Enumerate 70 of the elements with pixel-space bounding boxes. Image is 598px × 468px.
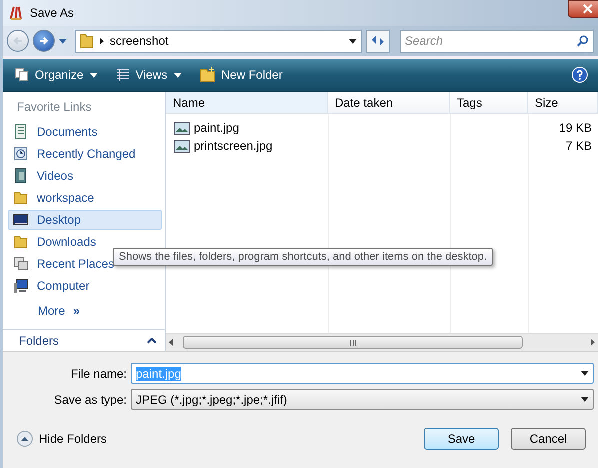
- cancel-button[interactable]: Cancel: [511, 428, 586, 450]
- film-icon: [13, 168, 29, 184]
- forward-button[interactable]: [33, 30, 55, 52]
- search-field[interactable]: Search: [400, 30, 594, 52]
- back-button[interactable]: [7, 30, 29, 52]
- documents-icon: [13, 124, 29, 140]
- favorite-links-heading: Favorite Links: [16, 99, 93, 116]
- file-name-cell[interactable]: printscreen.jpg: [166, 137, 328, 155]
- column-header[interactable]: Tags: [450, 92, 528, 113]
- close-button[interactable]: [568, 0, 598, 18]
- column-header[interactable]: Size: [528, 92, 598, 113]
- folder-icon: [80, 33, 94, 49]
- collapse-circle-icon: [17, 431, 33, 447]
- hide-folders-button[interactable]: Hide Folders: [17, 431, 108, 447]
- left-arrow-icon: [13, 36, 23, 46]
- scroll-right-icon: [591, 339, 595, 346]
- folder-icon: [13, 234, 29, 250]
- folder-icon: [13, 190, 29, 206]
- file-type-dropdown[interactable]: JPEG (*.jpg;*.jpeg;*.jpe;*.jfif): [131, 389, 594, 410]
- image-file-icon: [174, 140, 190, 152]
- grip-icon: [350, 340, 356, 346]
- scrollbar-thumb[interactable]: [183, 336, 523, 349]
- favorite-link[interactable]: Recently Changed: [8, 144, 162, 164]
- refresh-button[interactable]: [366, 30, 390, 52]
- address-path: screenshot: [110, 34, 170, 48]
- image-file-icon: [174, 122, 190, 134]
- new-folder-icon: [200, 67, 216, 83]
- horizontal-scrollbar[interactable]: [166, 333, 598, 351]
- folders-bar[interactable]: Folders: [3, 329, 165, 351]
- column-header[interactable]: Name: [166, 92, 328, 113]
- monitor-icon: [13, 212, 29, 228]
- favorite-link[interactable]: Computer: [8, 276, 162, 296]
- file-name-cell[interactable]: paint.jpg: [166, 119, 328, 137]
- address-bar[interactable]: screenshot: [75, 30, 362, 52]
- close-icon: [583, 4, 593, 14]
- save-as-type-label: Save as type:: [53, 392, 128, 406]
- favorite-link[interactable]: Documents: [8, 122, 162, 142]
- size-cell-text: 19 KB: [558, 120, 593, 137]
- column-header[interactable]: Date taken: [328, 92, 450, 113]
- more-link[interactable]: More »: [8, 300, 162, 322]
- toolbar-button[interactable]: New Folder: [198, 65, 285, 85]
- collapse-chevron-icon: [147, 338, 157, 344]
- help-icon[interactable]: [572, 67, 588, 83]
- caret-icon: [174, 72, 182, 78]
- caret-icon: [581, 371, 589, 376]
- file-name-label: File name:: [70, 366, 128, 380]
- list-view-icon: [116, 68, 130, 82]
- pages-icon: [15, 68, 29, 82]
- toolbar-menu-button[interactable]: Views: [114, 66, 184, 84]
- right-arrow-icon: [39, 36, 49, 46]
- caret-icon: [349, 38, 357, 44]
- toolbar-menu-button[interactable]: Organize: [13, 66, 100, 84]
- favorite-link[interactable]: Desktop: [8, 210, 162, 230]
- save-button[interactable]: Save: [424, 428, 499, 450]
- tooltip: Shows the files, folders, program shortcuts, and other items on the desktop.: [113, 248, 494, 266]
- search-icon: [577, 34, 589, 46]
- clock-page-icon: [13, 146, 29, 162]
- window-title: Save As: [30, 6, 74, 20]
- caret-icon: [581, 397, 589, 402]
- paintbrush-icon: [8, 5, 24, 21]
- recent-places-icon: [13, 256, 29, 272]
- scroll-left-icon: [169, 339, 173, 346]
- size-cell-text: 7 KB: [564, 138, 593, 155]
- favorite-link[interactable]: workspace: [8, 188, 162, 208]
- history-caret-icon: [59, 38, 67, 44]
- refresh-arrows-icon: [371, 35, 385, 47]
- chevron-icon: [100, 38, 104, 44]
- caret-icon: [90, 72, 98, 78]
- favorite-link[interactable]: Videos: [8, 166, 162, 186]
- computer-icon: [13, 278, 29, 294]
